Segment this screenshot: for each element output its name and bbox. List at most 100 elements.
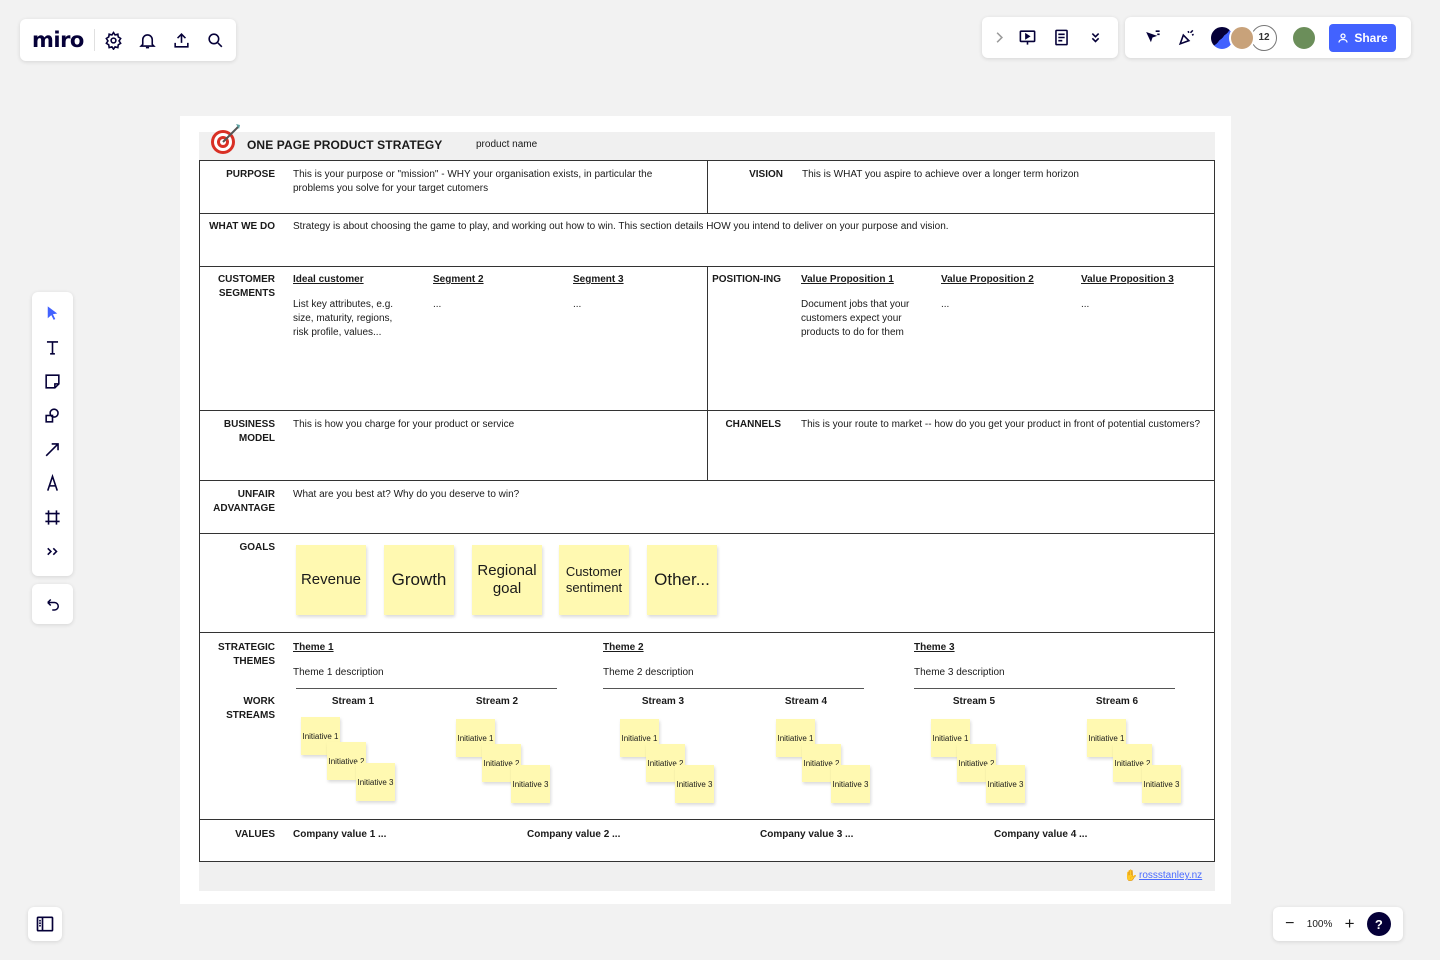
goal-sticky[interactable]: Customer sentiment: [559, 545, 629, 615]
sticky-note-icon[interactable]: [36, 364, 70, 398]
user-avatar[interactable]: [1291, 24, 1317, 51]
hand-icon: ✋: [1124, 870, 1138, 882]
theme-title[interactable]: Theme 3: [914, 641, 955, 655]
segment-text[interactable]: List key attributes, e.g. size, maturity…: [293, 298, 408, 340]
stream-title[interactable]: Stream 3: [628, 695, 698, 709]
zoom-in-button[interactable]: +: [1345, 914, 1355, 934]
product-name[interactable]: product name: [476, 139, 537, 150]
company-value[interactable]: Company value 3 ...: [760, 828, 853, 842]
unfair-advantage-label: UNFAIR ADVANTAGE: [213, 489, 275, 514]
upload-icon[interactable]: [165, 23, 199, 57]
value-prop-text[interactable]: ...: [941, 298, 949, 312]
strategy-board[interactable]: ONE PAGE PRODUCT STRATEGY product name P…: [180, 116, 1231, 904]
celebrate-icon[interactable]: [1169, 21, 1203, 55]
goal-sticky[interactable]: Revenue: [296, 545, 366, 615]
stream-title[interactable]: Stream 1: [318, 695, 388, 709]
channels-text[interactable]: This is your route to market -- how do y…: [801, 418, 1201, 432]
stream-title[interactable]: Stream 6: [1082, 695, 1152, 709]
shapes-icon[interactable]: [36, 398, 70, 432]
avatar[interactable]: [1229, 24, 1255, 51]
row-divider: [200, 632, 1214, 633]
undo-icon: [46, 598, 59, 611]
miro-logo[interactable]: miro: [32, 28, 84, 52]
what-we-do-text[interactable]: Strategy is about choosing the game to p…: [293, 220, 1203, 234]
business-model-text[interactable]: This is how you charge for your product …: [293, 418, 693, 432]
text-tool-icon[interactable]: [36, 330, 70, 364]
double-chevron-down-icon[interactable]: [1078, 21, 1112, 55]
theme-description[interactable]: Theme 2 description: [603, 666, 694, 680]
segment-title[interactable]: Segment 2: [433, 273, 484, 287]
strategy-grid: PURPOSE This is your purpose or "mission…: [199, 160, 1215, 862]
segment-title[interactable]: Ideal customer: [293, 273, 364, 287]
arrow-line-icon[interactable]: [36, 432, 70, 466]
initiative-sticky[interactable]: Initiative 3: [356, 763, 395, 801]
segment-text[interactable]: ...: [573, 298, 581, 312]
sidebar-icon: [36, 916, 54, 932]
what-we-do-label: WHAT WE DO: [209, 221, 275, 232]
stream-title[interactable]: Stream 5: [939, 695, 1009, 709]
board-panel-toggle[interactable]: [28, 907, 62, 941]
initiative-sticky[interactable]: Initiative 3: [986, 765, 1025, 803]
presentation-icon[interactable]: [1010, 21, 1044, 55]
row-divider: [200, 480, 1214, 481]
footer-band: [199, 862, 1215, 891]
settings-icon[interactable]: [97, 23, 131, 57]
positioning-label: POSITION-ING: [712, 274, 781, 285]
theme-title[interactable]: Theme 2: [603, 641, 644, 655]
cursor-follow-icon[interactable]: [1135, 21, 1169, 55]
stream-title[interactable]: Stream 2: [462, 695, 532, 709]
search-icon[interactable]: [199, 23, 233, 57]
share-label: Share: [1354, 30, 1388, 45]
value-prop-title[interactable]: Value Proposition 1: [801, 273, 894, 287]
board-tools: [982, 17, 1118, 58]
value-prop-title[interactable]: Value Proposition 2: [941, 273, 1034, 287]
unfair-advantage-text[interactable]: What are you best at? Why do you deserve…: [293, 488, 893, 502]
toolbar-divider: [93, 29, 95, 51]
theme-title[interactable]: Theme 1: [293, 641, 334, 655]
business-model-label: BUSINESS MODEL: [223, 419, 275, 444]
segment-text[interactable]: ...: [433, 298, 441, 312]
more-tools-icon[interactable]: [36, 534, 70, 568]
help-button[interactable]: ?: [1366, 912, 1391, 936]
zoom-out-button[interactable]: −: [1285, 915, 1294, 933]
creation-toolbar: [32, 292, 73, 576]
bell-icon[interactable]: [131, 23, 165, 57]
value-prop-title[interactable]: Value Proposition 3: [1081, 273, 1174, 287]
collaborator-avatars[interactable]: 12: [1209, 24, 1277, 51]
segment-title[interactable]: Segment 3: [573, 273, 624, 287]
chevron-right-icon[interactable]: [988, 21, 1010, 55]
purpose-text[interactable]: This is your purpose or "mission" - WHY …: [293, 168, 693, 196]
company-value[interactable]: Company value 1 ...: [293, 828, 386, 842]
initiative-sticky[interactable]: Initiative 3: [1142, 765, 1181, 803]
value-prop-text[interactable]: Document jobs that your customers expect…: [801, 298, 926, 340]
main-toolbar: miro: [20, 19, 236, 61]
goal-sticky[interactable]: Growth: [384, 545, 454, 615]
company-value[interactable]: Company value 4 ...: [994, 828, 1087, 842]
initiative-sticky[interactable]: Initiative 3: [511, 765, 550, 803]
vision-text[interactable]: This is WHAT you aspire to achieve over …: [802, 168, 1202, 182]
initiative-sticky[interactable]: Initiative 3: [675, 765, 714, 803]
share-button[interactable]: Share: [1329, 23, 1396, 52]
select-cursor-icon[interactable]: [36, 296, 70, 330]
theme-description[interactable]: Theme 3 description: [914, 666, 1005, 680]
company-value[interactable]: Company value 2 ...: [527, 828, 620, 842]
initiative-sticky[interactable]: Initiative 3: [831, 765, 870, 803]
zoom-level[interactable]: 100%: [1307, 919, 1333, 930]
frame-icon[interactable]: [36, 500, 70, 534]
vision-label: VISION: [749, 169, 783, 180]
column-divider: [707, 266, 708, 480]
theme-description[interactable]: Theme 1 description: [293, 666, 384, 680]
goal-sticky[interactable]: Other...: [647, 545, 717, 615]
author-link[interactable]: rossstanley.nz: [1139, 870, 1202, 881]
theme-underline: [603, 688, 864, 689]
customer-segments-label: CUSTOMER SEGMENTS: [217, 274, 275, 299]
goal-sticky[interactable]: Regional goal: [472, 545, 542, 615]
zoom-controls: − 100% + ?: [1273, 907, 1403, 941]
work-streams-label: WORK STREAMS: [226, 696, 275, 721]
row-divider: [200, 213, 1214, 214]
undo-button[interactable]: [32, 584, 73, 624]
stream-title[interactable]: Stream 4: [771, 695, 841, 709]
value-prop-text[interactable]: ...: [1081, 298, 1089, 312]
notes-icon[interactable]: [1044, 21, 1078, 55]
pen-icon[interactable]: [36, 466, 70, 500]
